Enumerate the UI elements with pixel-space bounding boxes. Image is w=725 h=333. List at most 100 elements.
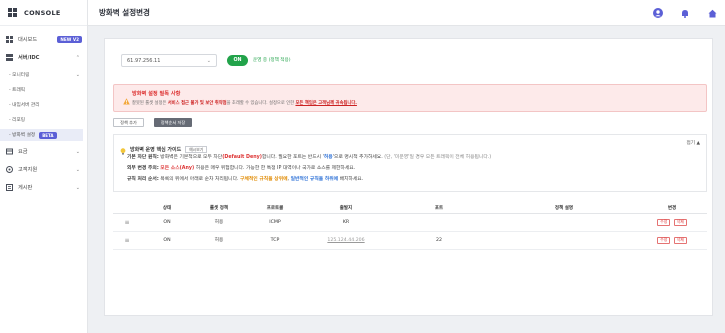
home-icon[interactable] bbox=[707, 8, 717, 18]
warning-icon bbox=[123, 90, 130, 109]
guide-panel: 방화벽 운영 핵심 가이드 예시보기 접기 ▲ 기본 차단 원칙: 방화벽은 기… bbox=[113, 134, 707, 192]
guide-example-button[interactable]: 예시보기 bbox=[185, 146, 208, 153]
row-protocol: TCP bbox=[245, 231, 305, 250]
sidebar-item-label: - 방화벽 설정 bbox=[9, 133, 36, 138]
guide-emphasis: 구체적인 규칙을 상위에 bbox=[240, 177, 288, 182]
alert-description: 잘못된 룰셋 설정은 서비스 접근 불가 및 보안 취약점을 초래할 수 있습니… bbox=[132, 100, 357, 106]
guide-text: 배치하세요. bbox=[338, 177, 364, 182]
brand-name: CONSOLE bbox=[24, 8, 61, 17]
chevron-up-icon: ⌃ bbox=[75, 54, 80, 61]
server-select-value: 61.97.256.11 bbox=[127, 57, 161, 64]
chevron-down-icon: ⌄ bbox=[75, 184, 80, 191]
drag-handle-icon[interactable]: ≡ bbox=[113, 213, 141, 232]
sidebar-item-label: 요금 bbox=[18, 149, 28, 155]
row-policy bbox=[491, 213, 637, 232]
guide-emphasis: 모든 소스(Any) bbox=[160, 166, 195, 171]
guide-text: 허용은 매우 위험합니다. 가능한 한 특정 IP 대역이나 국가로 소스를 제… bbox=[194, 166, 356, 171]
alert-text: 을 초래할 수 있습니다. 설정으로 인한 bbox=[226, 101, 296, 106]
row-port: 22 bbox=[387, 231, 491, 250]
sidebar-item-label: 고객지원 bbox=[18, 167, 38, 173]
topbar: 방화벽 설정변경 bbox=[88, 0, 725, 26]
sidebar-item-label: 대시보드 bbox=[18, 37, 38, 43]
chevron-down-icon: ⌄ bbox=[75, 166, 80, 173]
guide-line-head: 규칙 처리 순서: bbox=[127, 177, 159, 182]
sidebar-item-internal[interactable]: - 내임서버 관리 bbox=[9, 99, 87, 111]
sidebar: CONSOLE 대시보드 NEW V2 서버/IDC ⌃ - 모니터링 ⌄ - … bbox=[0, 0, 88, 333]
sidebar-item-label: - 리포팅 bbox=[9, 118, 26, 123]
server-select[interactable]: 61.97.256.11 ⌄ bbox=[121, 54, 217, 67]
sidebar-item-board[interactable]: 게시판 ⌄ bbox=[0, 181, 87, 194]
drag-handle-icon[interactable]: ≡ bbox=[113, 231, 141, 250]
server-icon bbox=[6, 54, 13, 61]
edit-button[interactable]: 수정 bbox=[657, 236, 671, 244]
col-rule: 룰셋 정책 bbox=[193, 203, 245, 214]
alert-title: 방화벽 설정 필독 사항 bbox=[132, 91, 181, 97]
row-rule: 허용 bbox=[193, 213, 245, 232]
row-actions: 수정 삭제 bbox=[637, 213, 707, 232]
col-source: 출발지 bbox=[305, 203, 387, 214]
guide-text: 방화벽은 기본적으로 모두 차단 bbox=[158, 155, 223, 160]
col-policy: 정책 설명 bbox=[491, 203, 637, 214]
sidebar-item-label: 서버/IDC bbox=[18, 55, 40, 61]
guide-text: '으로 명시적 추가하세요. bbox=[332, 155, 385, 160]
delete-button[interactable]: 삭제 bbox=[673, 218, 687, 226]
guide-text: 합니다. 필요한 포트는 반드시 ' bbox=[261, 155, 324, 160]
chevron-down-icon: ⌄ bbox=[206, 57, 211, 64]
sidebar-item-label: - 내임서버 관리 bbox=[9, 103, 40, 108]
alert-text: 잘못된 룰셋 설정은 bbox=[132, 101, 168, 106]
alert-emphasis: 서비스 접근 불가 및 보안 취약점 bbox=[167, 101, 227, 106]
table-header-row: 상태 룰셋 정책 프로토콜 출발지 포트 정책 설명 변경 bbox=[113, 203, 707, 214]
col-protocol: 프로토콜 bbox=[245, 203, 305, 214]
row-actions: 수정 삭제 bbox=[637, 231, 707, 250]
guide-collapse-button[interactable]: 접기 ▲ bbox=[687, 140, 700, 146]
chevron-down-icon: ⌄ bbox=[75, 148, 80, 155]
row-port bbox=[387, 213, 491, 232]
guide-line-order: 규칙 처리 순서: 목록의 위에서 아래로 순차 처리됩니다. 구체적인 규칙을… bbox=[127, 175, 363, 182]
row-status: ON bbox=[141, 213, 193, 232]
guide-text: 목록의 위에서 아래로 순차 처리됩니다. bbox=[158, 177, 241, 182]
new-badge: NEW V2 bbox=[57, 36, 82, 43]
user-avatar-icon[interactable] bbox=[653, 8, 663, 18]
action-buttons: 정책 추가 정책순서 저장 bbox=[113, 118, 192, 127]
sidebar-item-label: 게시판 bbox=[18, 185, 33, 191]
billing-icon bbox=[6, 148, 13, 155]
edit-button[interactable]: 수정 bbox=[657, 218, 671, 226]
guide-emphasis: (Default Deny) bbox=[222, 155, 262, 160]
table-row: ≡ ON 허용 ICMP KR 수정 삭제 bbox=[113, 213, 707, 232]
col-drag bbox=[113, 203, 141, 214]
sidebar-item-server[interactable]: 서버/IDC ⌃ bbox=[0, 51, 87, 64]
board-icon bbox=[6, 184, 13, 191]
save-order-button[interactable]: 정책순서 저장 bbox=[154, 118, 192, 127]
topbar-icons bbox=[653, 0, 717, 26]
sidebar-item-report[interactable]: - 리포팅 bbox=[9, 114, 87, 126]
sidebar-item-monitoring[interactable]: - 모니터링 ⌄ bbox=[9, 69, 87, 81]
firewall-toggle[interactable]: ON bbox=[227, 55, 248, 66]
add-policy-button[interactable]: 정책 추가 bbox=[113, 118, 144, 127]
brand[interactable]: CONSOLE bbox=[0, 0, 87, 26]
delete-button[interactable]: 삭제 bbox=[673, 236, 687, 244]
lightbulb-icon bbox=[120, 140, 126, 159]
console-logo-icon bbox=[8, 7, 18, 18]
sidebar-item-billing[interactable]: 요금 ⌄ bbox=[0, 145, 87, 158]
sidebar-item-label: - 모니터링 bbox=[9, 73, 30, 78]
main-content: 61.97.256.11 ⌄ ON 운영 중 (정책 적용) 방화벽 설정 필독… bbox=[104, 38, 713, 316]
row-status: ON bbox=[141, 231, 193, 250]
table-row: ≡ ON 허용 TCP 125.124.44.206 22 수정 삭제 bbox=[113, 231, 707, 250]
row-rule: 허용 bbox=[193, 231, 245, 250]
sidebar-item-dashboard[interactable]: 대시보드 NEW V2 bbox=[0, 33, 87, 46]
bell-icon[interactable] bbox=[680, 8, 690, 18]
row-protocol: ICMP bbox=[245, 213, 305, 232]
guide-line-head: 외부 변경 주의: bbox=[127, 166, 159, 171]
row-policy bbox=[491, 231, 637, 250]
guide-line-head: 기본 차단 원칙: bbox=[127, 155, 159, 160]
sidebar-item-traffic[interactable]: - 트래픽 bbox=[9, 84, 87, 96]
col-status: 상태 bbox=[141, 203, 193, 214]
sidebar-item-support[interactable]: 고객지원 ⌄ bbox=[0, 163, 87, 176]
server-submenu: - 모니터링 ⌄ - 트래픽 - 내임서버 관리 - 리포팅 - 방화벽 설정 … bbox=[0, 69, 87, 141]
chevron-down-icon: ⌄ bbox=[75, 72, 80, 78]
guide-emphasis: 허용 bbox=[323, 155, 333, 160]
col-port: 포트 bbox=[387, 203, 491, 214]
dashboard-icon bbox=[6, 36, 13, 43]
sidebar-item-firewall[interactable]: - 방화벽 설정 BETA bbox=[0, 129, 83, 141]
warning-alert: 방화벽 설정 필독 사항 잘못된 룰셋 설정은 서비스 접근 불가 및 보안 취… bbox=[113, 84, 707, 112]
